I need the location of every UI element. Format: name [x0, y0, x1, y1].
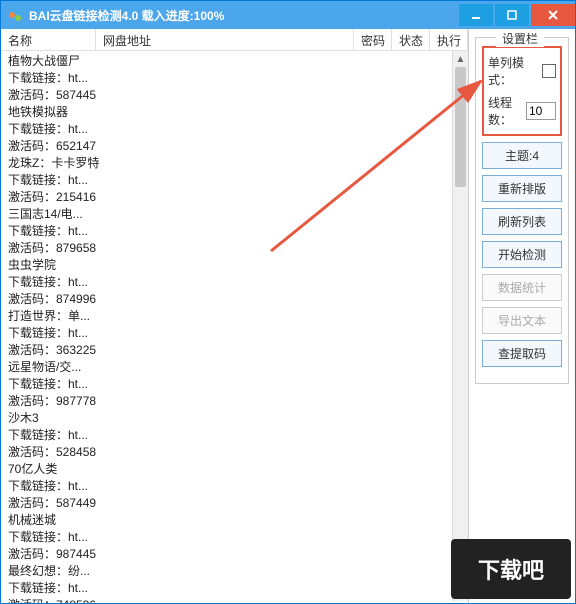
export-button[interactable]: 导出文本: [482, 307, 562, 334]
list-item[interactable]: 下载链接：ht...: [8, 529, 468, 546]
col-status[interactable]: 状态: [392, 29, 430, 50]
threads-label: 线程数：: [488, 94, 526, 128]
getcode-button[interactable]: 查提取码: [482, 340, 562, 367]
list-item[interactable]: 下载链接：ht...: [8, 478, 468, 495]
list-item[interactable]: 沙木3: [8, 410, 468, 427]
start-button[interactable]: 开始检测: [482, 241, 562, 268]
single-mode-label: 单列模式：: [488, 54, 542, 88]
watermark-text: 下载吧: [478, 553, 544, 585]
settings-fieldset: 设置栏 单列模式： 线程数： 主题:4 重新排版 刷新列表 开始检测 数据统计: [475, 37, 569, 384]
list-item[interactable]: 最终幻想：纷...: [8, 563, 468, 580]
list-item[interactable]: 激活码：528458: [8, 444, 468, 461]
list-item[interactable]: 激活码：215416: [8, 189, 468, 206]
list-item[interactable]: 打造世界：单...: [8, 308, 468, 325]
scroll-up-icon[interactable]: ▲: [453, 51, 468, 67]
single-mode-checkbox[interactable]: [542, 64, 556, 78]
list-area[interactable]: 植物大战僵尸下载链接：ht...激活码：587445地铁模拟器下载链接：ht..…: [1, 51, 468, 603]
list-item[interactable]: 下载链接：ht...: [8, 172, 468, 189]
vertical-scrollbar[interactable]: ▲ ▼: [452, 51, 468, 601]
list-item[interactable]: 三国志14/电...: [8, 206, 468, 223]
refresh-button[interactable]: 刷新列表: [482, 208, 562, 235]
list-item[interactable]: 激活码：874996: [8, 291, 468, 308]
col-url[interactable]: 网盘地址: [96, 29, 354, 50]
settings-highlight-box: 单列模式： 线程数：: [482, 46, 562, 136]
list-item[interactable]: 激活码：652147: [8, 138, 468, 155]
list-item[interactable]: 下载链接：ht...: [8, 223, 468, 240]
list-item[interactable]: 机械迷城: [8, 512, 468, 529]
window-title: BAI云盘链接检测4.0 载入进度:100%: [29, 7, 459, 24]
col-name[interactable]: 名称: [1, 29, 96, 50]
list-item[interactable]: 地铁模拟器: [8, 104, 468, 121]
list-item[interactable]: 下载链接：ht...: [8, 325, 468, 342]
list-item[interactable]: 下载链接：ht...: [8, 274, 468, 291]
list-item[interactable]: 下载链接：ht...: [8, 580, 468, 597]
list-item[interactable]: 虫虫学院: [8, 257, 468, 274]
watermark-logo: 下载吧: [451, 539, 571, 599]
minimize-button[interactable]: [459, 4, 493, 26]
main-panel: 名称 网盘地址 密码 状态 执行 植物大战僵尸下载链接：ht...激活码：587…: [1, 29, 469, 603]
col-pwd[interactable]: 密码: [354, 29, 392, 50]
sidebar: 设置栏 单列模式： 线程数： 主题:4 重新排版 刷新列表 开始检测 数据统计: [469, 29, 575, 603]
list-item[interactable]: 激活码：587449: [8, 495, 468, 512]
table-headers: 名称 网盘地址 密码 状态 执行: [1, 29, 468, 51]
list-item[interactable]: 激活码：987445: [8, 546, 468, 563]
window-buttons: [459, 4, 575, 26]
stats-button[interactable]: 数据统计: [482, 274, 562, 301]
list-item[interactable]: 70亿人类: [8, 461, 468, 478]
col-exec[interactable]: 执行: [430, 29, 468, 50]
scroll-thumb[interactable]: [455, 67, 466, 187]
list-item[interactable]: 植物大战僵尸: [8, 53, 468, 70]
list-item[interactable]: 激活码：987778: [8, 393, 468, 410]
list-item[interactable]: 下载链接：ht...: [8, 70, 468, 87]
threads-input[interactable]: [526, 102, 556, 120]
list-item[interactable]: 激活码：587445: [8, 87, 468, 104]
theme-button[interactable]: 主题:4: [482, 142, 562, 169]
close-button[interactable]: [531, 4, 575, 26]
list-item[interactable]: 下载链接：ht...: [8, 121, 468, 138]
list-item[interactable]: 激活码：363225: [8, 342, 468, 359]
app-window: BAI云盘链接检测4.0 载入进度:100% 名称 网盘地址 密码 状态 执行 …: [0, 0, 576, 604]
list-item[interactable]: 激活码：879658: [8, 240, 468, 257]
list-item[interactable]: 龙珠Z：卡卡罗特: [8, 155, 468, 172]
app-icon: [7, 7, 23, 23]
maximize-button[interactable]: [495, 4, 529, 26]
list-item[interactable]: 远星物语/交...: [8, 359, 468, 376]
content-area: 名称 网盘地址 密码 状态 执行 植物大战僵尸下载链接：ht...激活码：587…: [1, 29, 575, 603]
settings-legend: 设置栏: [496, 30, 544, 47]
relayout-button[interactable]: 重新排版: [482, 175, 562, 202]
list-item[interactable]: 激活码：748596: [8, 597, 468, 603]
list-item[interactable]: 下载链接：ht...: [8, 376, 468, 393]
titlebar: BAI云盘链接检测4.0 载入进度:100%: [1, 1, 575, 29]
list-item[interactable]: 下载链接：ht...: [8, 427, 468, 444]
